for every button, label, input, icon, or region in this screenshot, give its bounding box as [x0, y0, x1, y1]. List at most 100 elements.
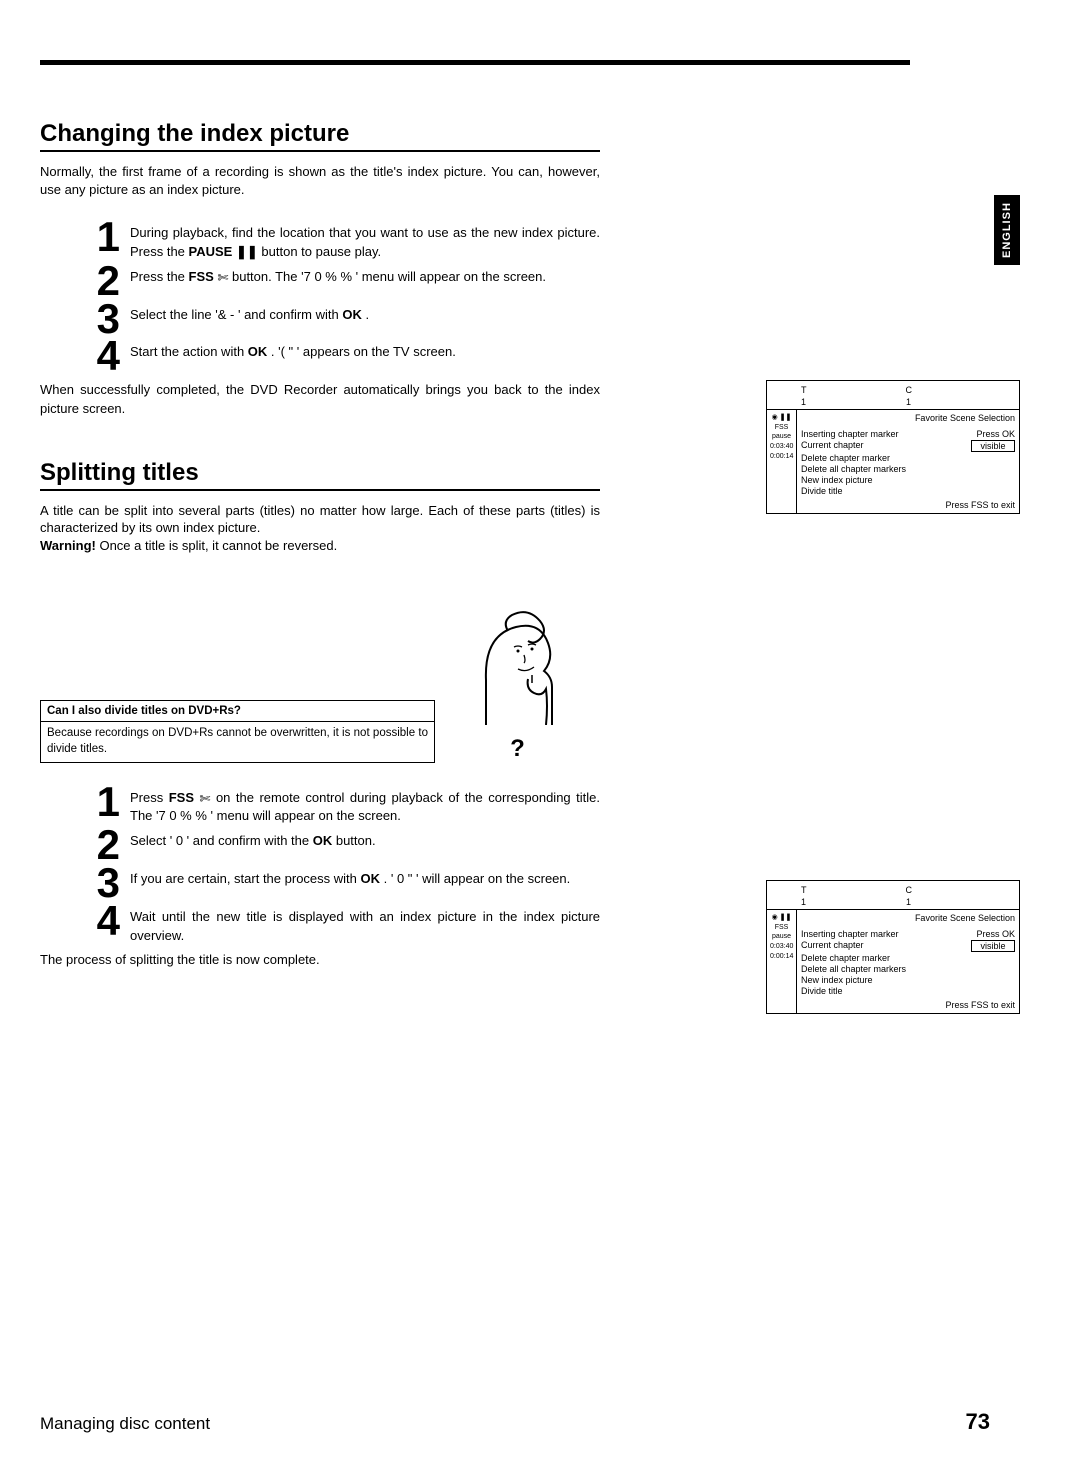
osd-t: T	[801, 885, 807, 895]
qbox-body: Because recordings on DVD+Rs cannot be o…	[41, 722, 434, 761]
step2-text: Press the FSS ✄ button. The '7 0 % % ' m…	[130, 262, 600, 287]
s2-step2-text: Select ' 0 ' and confirm with the OK but…	[130, 826, 600, 851]
footer-page-number: 73	[966, 1409, 990, 1435]
top-rule	[40, 60, 910, 65]
step4-text: Start the action with OK . '( " ' appear…	[130, 337, 600, 362]
section2-title: Splitting titles	[40, 459, 600, 491]
section1-steps: 1 During playback, find the location tha…	[40, 218, 600, 375]
osd-leftcol: ◉ ❚❚ FSS pause 0:03:40 0:00:14	[767, 910, 797, 1013]
thinking-man-illustration	[468, 585, 568, 725]
step-row: 2 Press the FSS ✄ button. The '7 0 % % '…	[40, 262, 600, 300]
txt: Start the action with	[130, 344, 248, 359]
ok-label: OK	[248, 344, 268, 359]
txt: Select the line '& - ' and confirm with	[130, 307, 342, 322]
question-box: Can I also divide titles on DVD+Rs? Beca…	[40, 700, 435, 762]
osd-rightcol: Favorite Scene Selection Inserting chapt…	[797, 910, 1019, 1013]
step-number: 4	[40, 902, 130, 940]
step-row: 2 Select ' 0 ' and confirm with the OK b…	[40, 826, 600, 864]
osd-line: New index picture	[801, 975, 1015, 985]
osd-leftcol: ◉ ❚❚ FSS pause 0:03:40 0:00:14	[767, 410, 797, 513]
osd-line: Delete chapter marker	[801, 953, 1015, 963]
language-tab: ENGLISH	[994, 195, 1020, 265]
fss-label: FSS	[169, 790, 194, 805]
section1-after: When successfully completed, the DVD Rec…	[40, 381, 600, 419]
osd-footer: Press FSS to exit	[801, 500, 1015, 510]
txt: . '( " ' appears on the TV screen.	[271, 344, 456, 359]
pause-label: PAUSE ❚❚	[189, 244, 258, 259]
play-pause-icons: ◉ ❚❚	[770, 913, 793, 922]
osd-ic3: 0:00:14	[770, 452, 793, 461]
txt: Press the	[130, 269, 189, 284]
osd-line: Inserting chapter markerPress OK	[801, 929, 1015, 939]
osd-body: ◉ ❚❚ FSS pause 0:03:40 0:00:14 Favorite …	[767, 910, 1019, 1013]
osd-footer: Press FSS to exit	[801, 1000, 1015, 1010]
section2-after: The process of splitting the title is no…	[40, 951, 600, 970]
osd-line: Current chaptervisible	[801, 440, 1015, 452]
osd-line: Divide title	[801, 986, 1015, 996]
step3-text: Select the line '& - ' and confirm with …	[130, 300, 600, 325]
osd-line: Divide title	[801, 486, 1015, 496]
osd-panel-2: T C 1 1 ◉ ❚❚ FSS pause 0:03:40 0:00:14 F…	[766, 880, 1020, 1014]
qbox-title: Can I also divide titles on DVD+Rs?	[41, 701, 434, 722]
s2-step1-text: Press FSS ✄ on the remote control during…	[130, 783, 600, 827]
osd-c: C	[906, 385, 913, 395]
page-footer: Managing disc content 73	[40, 1409, 990, 1435]
scissor-icon: ✄	[200, 790, 211, 809]
osd-1a: 1	[801, 397, 806, 407]
section2-steps: 1 Press FSS ✄ on the remote control duri…	[40, 783, 600, 946]
s2-step4-text: Wait until the new title is displayed wi…	[130, 902, 600, 946]
step-row: 1 Press FSS ✄ on the remote control duri…	[40, 783, 600, 827]
ok-label: OK	[361, 871, 381, 886]
question-mark-icon: ?	[435, 735, 600, 763]
osd-sub: 1 1	[767, 397, 1019, 410]
scissor-icon: ✄	[217, 269, 228, 288]
warning-label: Warning!	[40, 538, 96, 553]
osd-headline: Favorite Scene Selection	[801, 413, 1015, 423]
txt: Press	[130, 790, 169, 805]
step-number: 1	[40, 783, 130, 821]
txt: . ' 0 " ' will appear on the screen.	[384, 871, 571, 886]
section1-title: Changing the index picture	[40, 120, 600, 152]
txt: A title can be split into several parts …	[40, 503, 600, 536]
osd-ic1: FSS pause	[770, 923, 793, 941]
step-number: 2	[40, 262, 130, 300]
section2-intro: A title can be split into several parts …	[40, 502, 600, 555]
osd-line: New index picture	[801, 475, 1015, 485]
osd-line: Current chaptervisible	[801, 940, 1015, 952]
step-row: 3 Select the line '& - ' and confirm wit…	[40, 300, 600, 338]
osd-1b: 1	[906, 897, 911, 907]
txt: Once a title is split, it cannot be reve…	[99, 538, 337, 553]
section-changing-index: Changing the index picture Normally, the…	[40, 120, 600, 419]
pause-icon: ❚❚	[236, 244, 258, 259]
osd-top: T C	[767, 381, 1019, 397]
osd-sub: 1 1	[767, 897, 1019, 910]
ok-label: OK	[313, 833, 333, 848]
fss-label: FSS	[189, 269, 214, 284]
osd-line: Delete all chapter markers	[801, 464, 1015, 474]
osd-1b: 1	[906, 397, 911, 407]
osd-panel-1: T C 1 1 ◉ ❚❚ FSS pause 0:03:40 0:00:14 F…	[766, 380, 1020, 514]
osd-ic1: FSS pause	[770, 423, 793, 441]
section1-intro: Normally, the first frame of a recording…	[40, 163, 600, 198]
step1-text: During playback, find the location that …	[130, 218, 600, 262]
play-pause-icons: ◉ ❚❚	[770, 413, 793, 422]
txt: button.	[336, 833, 376, 848]
qbox-wrap: Can I also divide titles on DVD+Rs? Beca…	[40, 585, 600, 763]
txt: button. The '7 0 % % ' menu will appear …	[232, 269, 546, 284]
osd-line: Inserting chapter markerPress OK	[801, 429, 1015, 439]
osd-top: T C	[767, 881, 1019, 897]
ok-label: OK	[342, 307, 362, 322]
osd-c: C	[906, 885, 913, 895]
step-row: 3 If you are certain, start the process …	[40, 864, 600, 902]
footer-left: Managing disc content	[40, 1414, 210, 1434]
osd-line: Delete all chapter markers	[801, 964, 1015, 974]
section-splitting-titles: Splitting titles A title can be split in…	[40, 459, 600, 970]
osd-ic2: 0:03:40	[770, 942, 793, 951]
step-number: 1	[40, 218, 130, 256]
osd-body: ◉ ❚❚ FSS pause 0:03:40 0:00:14 Favorite …	[767, 410, 1019, 513]
osd-1a: 1	[801, 897, 806, 907]
osd-line: Delete chapter marker	[801, 453, 1015, 463]
txt: If you are certain, start the process wi…	[130, 871, 361, 886]
txt: Select ' 0 ' and confirm with the	[130, 833, 313, 848]
step-row: 4 Start the action with OK . '( " ' appe…	[40, 337, 600, 375]
